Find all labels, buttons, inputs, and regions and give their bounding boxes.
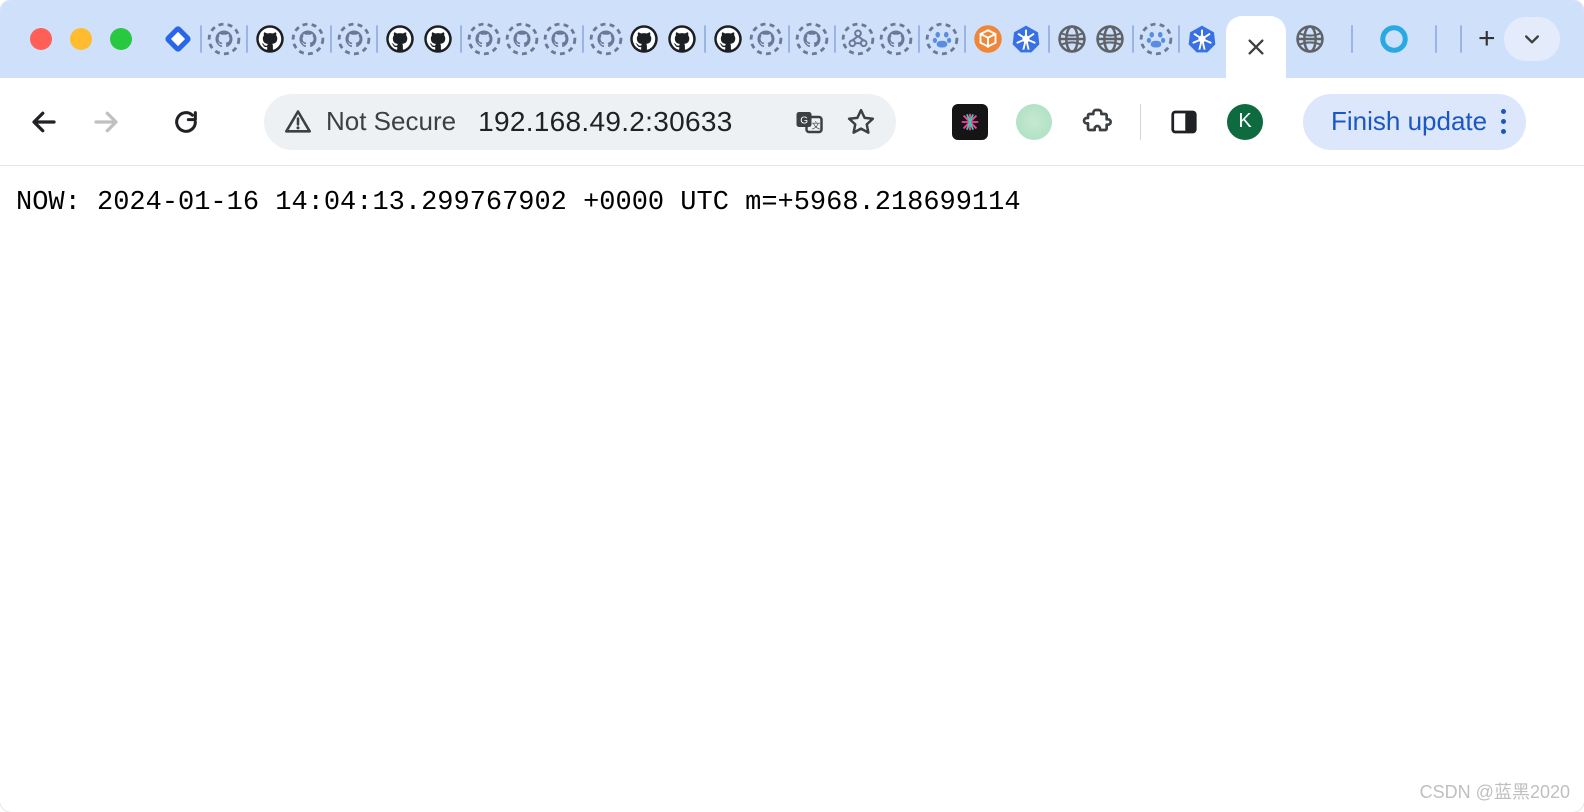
tab-separator [458, 21, 464, 57]
security-label: Not Secure [326, 106, 456, 137]
maximize-window-button[interactable] [110, 28, 132, 50]
extensions-puzzle-icon[interactable] [1080, 106, 1112, 138]
warning-icon [284, 108, 312, 136]
new-tab-button[interactable]: + [1478, 22, 1496, 56]
forward-button[interactable] [86, 102, 126, 142]
github-dashed-icon[interactable] [336, 21, 372, 57]
globe-icon[interactable] [1092, 21, 1128, 57]
tab-separator [962, 21, 968, 57]
jira-icon[interactable] [160, 21, 196, 57]
github-icon[interactable] [382, 21, 418, 57]
github-icon[interactable] [664, 21, 700, 57]
github-icon[interactable] [710, 21, 746, 57]
github-dashed-icon[interactable] [748, 21, 784, 57]
circle-blue-icon[interactable] [1376, 21, 1412, 57]
kubernetes-icon[interactable] [1008, 21, 1044, 57]
close-icon[interactable] [1245, 36, 1267, 58]
page-content: NOW: 2024-01-16 14:04:13.299767902 +0000… [0, 166, 1584, 812]
github-icon[interactable] [252, 21, 288, 57]
tangle-dashed-icon[interactable] [840, 21, 876, 57]
back-button[interactable] [24, 102, 64, 142]
globe-icon[interactable] [1054, 21, 1090, 57]
extension-2[interactable] [1016, 104, 1052, 140]
tab-separator [198, 21, 204, 57]
github-dashed-icon[interactable] [794, 21, 830, 57]
tab-separator [1334, 21, 1370, 57]
github-dashed-icon[interactable] [504, 21, 540, 57]
tab-favicons [160, 21, 1220, 57]
tab-separator [1418, 21, 1454, 57]
tab-separator [916, 21, 922, 57]
tab-separator [328, 21, 334, 57]
cube-orange-icon[interactable] [970, 21, 1006, 57]
post-active-tabs [1292, 21, 1454, 57]
translate-icon[interactable]: G文 [794, 107, 824, 137]
tab-separator [786, 21, 792, 57]
tab-separator [702, 21, 708, 57]
tab-separator [832, 21, 838, 57]
active-tab[interactable] [1226, 16, 1286, 78]
tab-separator [374, 21, 380, 57]
github-dashed-icon[interactable] [542, 21, 578, 57]
reload-button[interactable] [166, 102, 206, 142]
tab-separator [1130, 21, 1136, 57]
toolbar: Not Secure 192.168.49.2:30633 G文 K Finis… [0, 78, 1584, 166]
kubernetes-icon[interactable] [1184, 21, 1220, 57]
tab-dropdown-button[interactable] [1504, 17, 1560, 61]
tab-separator [244, 21, 250, 57]
page-body-text: NOW: 2024-01-16 14:04:13.299767902 +0000… [16, 188, 1568, 218]
finish-update-button[interactable]: Finish update [1303, 94, 1526, 150]
baidu-dashed-icon[interactable] [1138, 21, 1174, 57]
tab-separator [580, 21, 586, 57]
toolbar-right: K [952, 104, 1263, 140]
kebab-menu-icon[interactable] [1501, 109, 1506, 134]
toolbar-separator [1140, 104, 1141, 140]
tab-separator [1458, 21, 1464, 57]
github-dashed-icon[interactable] [290, 21, 326, 57]
github-dashed-icon[interactable] [878, 21, 914, 57]
browser-window: + Not Secure 192.168.49.2:30633 G文 [0, 0, 1584, 812]
extension-1[interactable] [952, 104, 988, 140]
minimize-window-button[interactable] [70, 28, 92, 50]
github-dashed-icon[interactable] [588, 21, 624, 57]
chevron-down-icon [1522, 29, 1542, 49]
tab-strip: + [0, 0, 1584, 78]
github-dashed-icon[interactable] [466, 21, 502, 57]
github-dashed-icon[interactable] [206, 21, 242, 57]
window-controls [30, 28, 132, 50]
close-window-button[interactable] [30, 28, 52, 50]
baidu-dashed-icon[interactable] [924, 21, 960, 57]
svg-text:文: 文 [812, 119, 821, 130]
finish-update-label: Finish update [1331, 106, 1487, 137]
github-icon[interactable] [626, 21, 662, 57]
omnibox[interactable]: Not Secure 192.168.49.2:30633 G文 [264, 94, 896, 150]
globe-icon[interactable] [1292, 21, 1328, 57]
watermark: CSDN @蓝黑2020 [1420, 778, 1570, 804]
profile-avatar[interactable]: K [1227, 104, 1263, 140]
star-icon[interactable] [846, 107, 876, 137]
svg-text:G: G [800, 115, 808, 126]
url-text: 192.168.49.2:30633 [478, 106, 733, 138]
tab-separator [1176, 21, 1182, 57]
tab-separator [1046, 21, 1052, 57]
github-icon[interactable] [420, 21, 456, 57]
side-panel-icon[interactable] [1169, 107, 1199, 137]
